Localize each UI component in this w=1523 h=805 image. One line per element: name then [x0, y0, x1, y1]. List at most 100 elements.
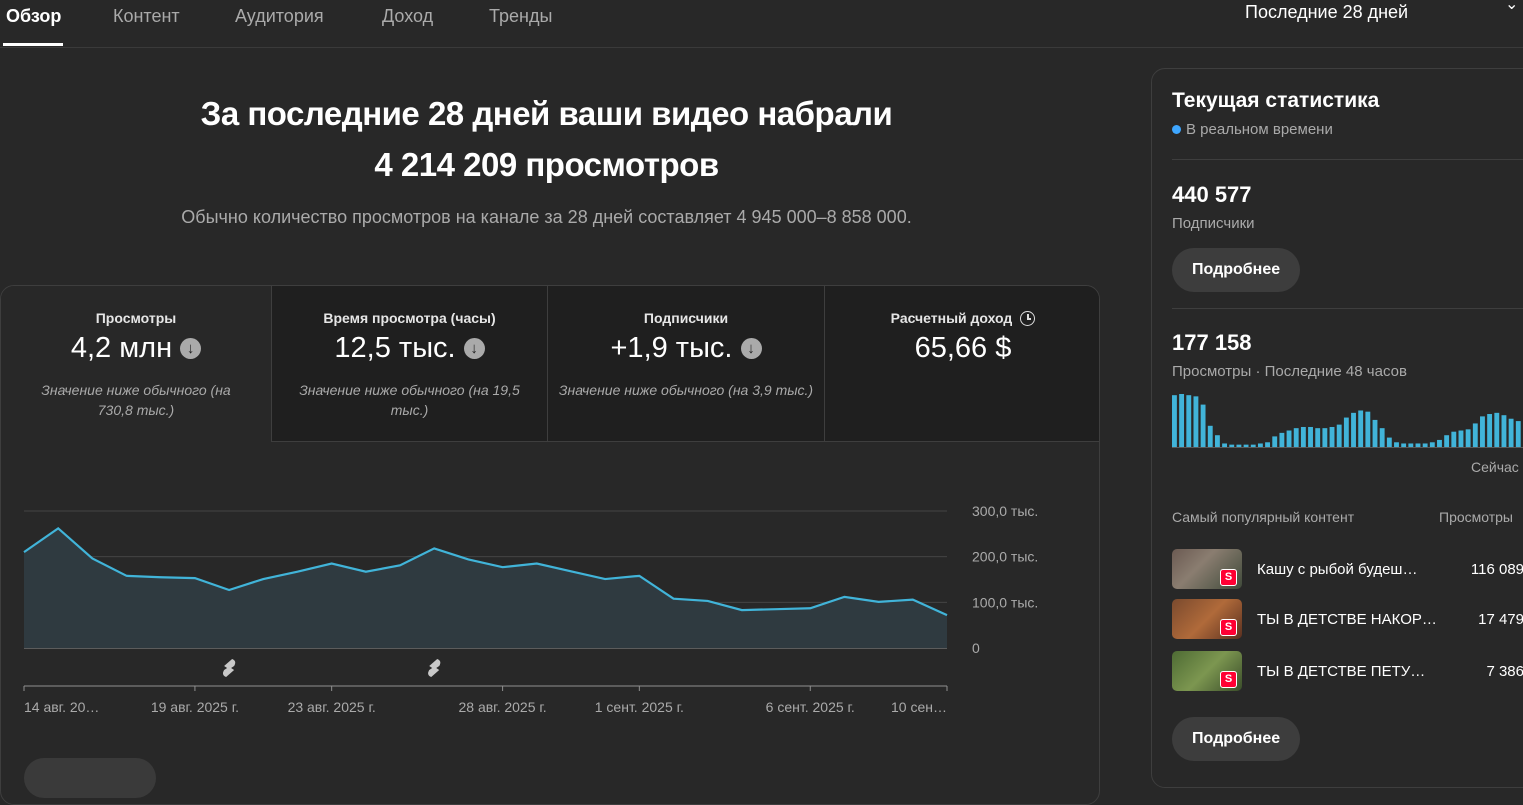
data-point [465, 556, 471, 562]
realtime-bar [1193, 396, 1199, 447]
realtime-bar [1458, 430, 1464, 447]
video-title[interactable]: ТЫ В ДЕТСТВЕ ПЕТУШО… [1257, 663, 1437, 680]
top-content-row[interactable]: S ТЫ В ДЕТСТВЕ НАКОР… 17 479 [1172, 599, 1523, 641]
data-point [500, 564, 506, 570]
metric-value-text: 4,2 млн [70, 332, 173, 364]
video-title[interactable]: Кашу с рыбой будеш… [1257, 561, 1437, 578]
metric-note: Значение ниже обычного (на 3,9 тыс.) [558, 382, 814, 398]
x-tick-label: 10 сен… [891, 699, 947, 715]
video-thumbnail[interactable]: S [1172, 549, 1242, 589]
data-point [329, 561, 335, 567]
top-content-row[interactable]: S ТЫ В ДЕТСТВЕ ПЕТУШО… 7 386 [1172, 651, 1523, 693]
data-point [944, 612, 950, 618]
realtime-bar [1250, 444, 1256, 447]
tab-overview[interactable]: Обзор [6, 6, 61, 27]
data-point [807, 605, 813, 611]
shorts-icon [428, 659, 441, 677]
data-point [124, 573, 130, 579]
tab-audience[interactable]: Аудитория [235, 6, 324, 27]
data-point [397, 562, 403, 568]
realtime-bar [1272, 436, 1278, 447]
realtime-bar [1336, 424, 1342, 447]
realtime-bar [1415, 443, 1421, 447]
metric-label: Подписчики [643, 310, 729, 326]
x-tick-label: 14 авг. 20… [24, 699, 99, 715]
subscribers-label: Подписчики [1172, 215, 1255, 232]
data-point [260, 576, 266, 582]
x-tick-label: 28 авг. 2025 г. [458, 699, 546, 715]
realtime-bar [1257, 443, 1263, 447]
video-title[interactable]: ТЫ В ДЕТСТВЕ НАКОР… [1257, 611, 1437, 628]
tab-content[interactable]: Контент [113, 6, 180, 27]
metric-tab-watch-time[interactable]: Время просмотра (часы) 12,5 тыс. ↓ Значен… [272, 286, 548, 442]
realtime-bar [1386, 437, 1392, 447]
realtime-bar [1308, 426, 1313, 447]
metric-note: Значение ниже обычного (на 730,8 тыс.) [41, 382, 231, 418]
realtime-bar [1300, 426, 1306, 447]
clock-icon[interactable] [1020, 311, 1036, 326]
data-point [534, 561, 540, 567]
metric-label: Время просмотра (часы) [323, 310, 496, 326]
y-tick-label: 100,0 тыс. [972, 594, 1038, 610]
y-tick-label: 0 [972, 640, 980, 656]
chevron-down-icon[interactable]: ⌄ [1505, 0, 1518, 14]
realtime-bar [1200, 404, 1206, 447]
metric-value-text: +1,9 тыс. [610, 332, 733, 364]
y-tick-label: 300,0 тыс. [972, 503, 1038, 519]
realtime-bar [1172, 395, 1177, 447]
realtime-bar [1186, 395, 1192, 447]
top-content-more-button[interactable]: Подробнее [1172, 717, 1301, 761]
metric-note: Значение ниже обычного (на 19,5 тыс.) [299, 382, 520, 418]
metric-value: +1,9 тыс. ↓ [548, 332, 824, 365]
data-point [841, 594, 847, 600]
metric-label-text: Расчетный доход [890, 310, 1013, 326]
data-point [876, 599, 882, 605]
subscribers-more-button[interactable]: Подробнее [1172, 248, 1301, 292]
realtime-bar [1465, 429, 1471, 447]
top-content-row[interactable]: S Кашу с рыбой будеш… 116 089 [1172, 549, 1523, 591]
realtime-bar [1437, 439, 1442, 447]
video-thumbnail[interactable]: S [1172, 599, 1242, 639]
realtime-bar [1372, 419, 1378, 447]
video-thumbnail[interactable]: S [1172, 651, 1242, 691]
metric-tab-revenue[interactable]: Расчетный доход 65,66 $ [825, 286, 1099, 442]
data-point [705, 598, 711, 604]
divider [1172, 308, 1523, 309]
shorts-icon: S [1220, 619, 1237, 636]
realtime-bar [1501, 415, 1507, 447]
divider [1172, 159, 1523, 160]
metric-tab-subscribers[interactable]: Подписчики +1,9 тыс. ↓ Значение ниже обыч… [548, 286, 825, 442]
shorts-icon-shape [428, 659, 441, 677]
realtime-bar [1207, 425, 1213, 447]
views-chart[interactable]: 0 100,0 тыс. 200,0 тыс. 300,0 тыс. 14 авг. 2… [0, 455, 1100, 725]
metric-value: 4,2 млн ↓ [1, 332, 271, 365]
metric-value: 65,66 $ [914, 332, 1012, 364]
realtime-bar-chart[interactable] [1172, 394, 1523, 454]
realtime-bar [1322, 428, 1328, 447]
realtime-card: Текущая статистика В реальном времени 44… [1151, 68, 1523, 788]
realtime-bar [1179, 394, 1185, 447]
views-48h-label: Просмотры · Последние 48 часов [1172, 363, 1407, 380]
arrow-down-icon: ↓ [740, 338, 762, 359]
realtime-bar [1279, 432, 1285, 447]
period-selector[interactable]: Последние 28 дней [1245, 2, 1408, 23]
realtime-bar [1229, 444, 1235, 447]
active-tab-indicator [3, 43, 63, 46]
data-point [636, 573, 642, 579]
subscribers-count: 440 577 [1172, 182, 1252, 207]
tab-revenue[interactable]: Доход [382, 6, 433, 27]
video-views: 116 089 [1470, 561, 1523, 578]
tab-trends[interactable]: Тренды [489, 6, 552, 27]
realtime-bar [1379, 428, 1385, 447]
realtime-bar [1365, 411, 1371, 447]
realtime-bar [1222, 443, 1228, 447]
realtime-bar [1494, 412, 1500, 447]
realtime-bar [1286, 430, 1292, 447]
data-point [226, 587, 232, 593]
metric-tab-views[interactable]: Просмотры 4,2 млн ↓ Значение ниже обычног… [1, 286, 272, 442]
more-button-partial[interactable] [24, 758, 156, 798]
area-fill [24, 528, 947, 648]
data-point [602, 576, 608, 582]
data-point [89, 555, 95, 561]
page-title: За последние 28 дней ваши видео набрали … [0, 88, 1093, 190]
